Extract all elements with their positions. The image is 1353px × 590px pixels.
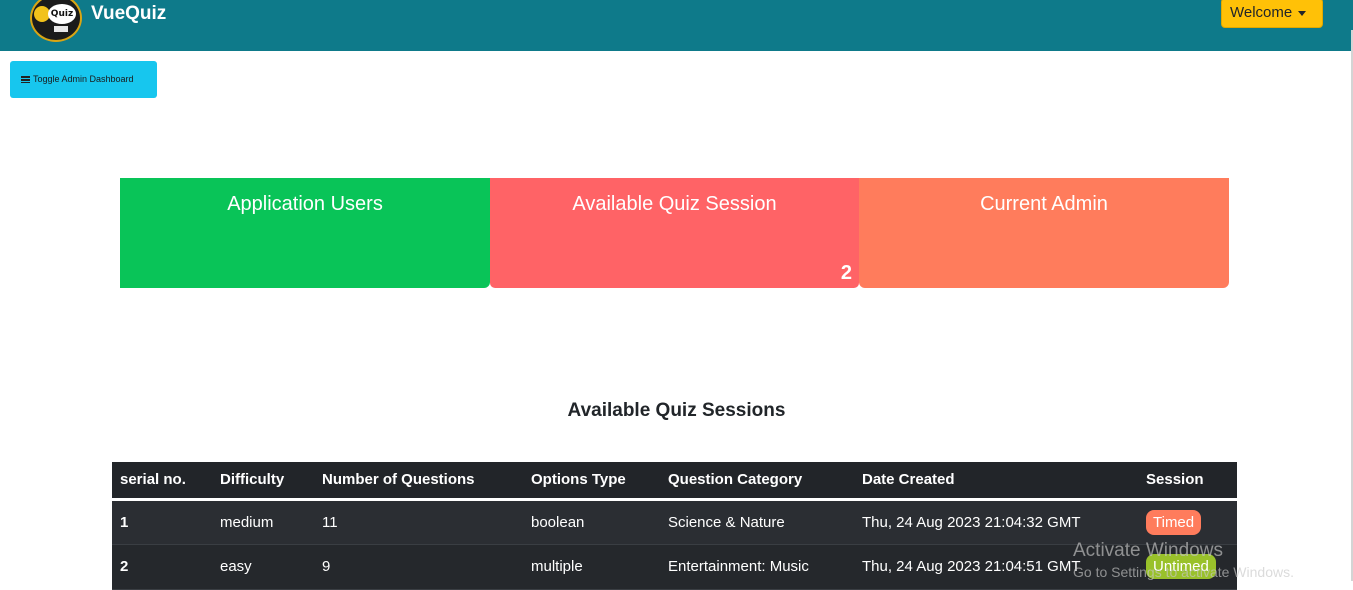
card-title: Available Quiz Session: [572, 193, 777, 215]
section-title: Available Quiz Sessions: [567, 400, 786, 421]
logo-tag: [54, 26, 68, 32]
toggle-label: Toggle Admin Dashboard: [33, 74, 134, 84]
questions-cell: 9: [314, 544, 523, 590]
timed-badge[interactable]: Timed: [1146, 509, 1202, 535]
logo-text: Quiz: [48, 4, 76, 24]
column-header: Question Category: [660, 462, 854, 501]
caret-down-icon: [1298, 10, 1307, 16]
welcome-label: Welcome: [1230, 4, 1293, 21]
untimed-badge[interactable]: Untimed: [1146, 554, 1216, 579]
available-quiz-session-card: Available Quiz Session 2: [490, 178, 859, 288]
welcome-dropdown[interactable]: Welcome: [1221, 0, 1323, 28]
category-cell: Entertainment: Music: [660, 544, 854, 590]
toggle-admin-dashboard-button[interactable]: Toggle Admin Dashboard: [10, 61, 157, 98]
current-admin-card: Current Admin: [859, 178, 1229, 288]
difficulty-cell: easy: [212, 544, 314, 590]
difficulty-cell: medium: [212, 499, 314, 545]
column-header: Options Type: [523, 462, 660, 501]
table-header-row: serial no. Difficulty Number of Question…: [112, 462, 1237, 501]
navbar: Quiz VueQuiz Welcome: [0, 0, 1353, 51]
serial-cell: 1: [112, 499, 212, 545]
date-cell: Thu, 24 Aug 2023 21:04:51 GMT: [854, 544, 1138, 590]
application-users-card: Application Users: [120, 178, 490, 288]
table-row[interactable]: 2 easy 9 multiple Entertainment: Music T…: [112, 544, 1237, 590]
date-cell: Thu, 24 Aug 2023 21:04:32 GMT: [854, 499, 1138, 545]
session-cell: Untimed: [1138, 544, 1237, 590]
column-header: Difficulty: [212, 462, 314, 501]
app-logo[interactable]: Quiz: [30, 0, 82, 42]
options-type-cell: boolean: [523, 499, 660, 545]
session-cell: Timed: [1138, 499, 1237, 545]
card-title: Application Users: [227, 193, 383, 215]
brand-name[interactable]: VueQuiz: [91, 3, 166, 25]
column-header: Number of Questions: [314, 462, 523, 501]
column-header: Session: [1138, 462, 1237, 501]
options-type-cell: multiple: [523, 544, 660, 590]
category-cell: Science & Nature: [660, 499, 854, 545]
questions-cell: 11: [314, 499, 523, 545]
serial-cell: 2: [112, 544, 212, 590]
bars-icon: [21, 76, 30, 83]
card-count: 2: [840, 262, 852, 284]
quiz-sessions-table: serial no. Difficulty Number of Question…: [112, 462, 1237, 590]
column-header: serial no.: [112, 462, 212, 501]
column-header: Date Created: [854, 462, 1138, 501]
card-title: Current Admin: [980, 193, 1108, 215]
table-row[interactable]: 1 medium 11 boolean Science & Nature Thu…: [112, 499, 1237, 545]
